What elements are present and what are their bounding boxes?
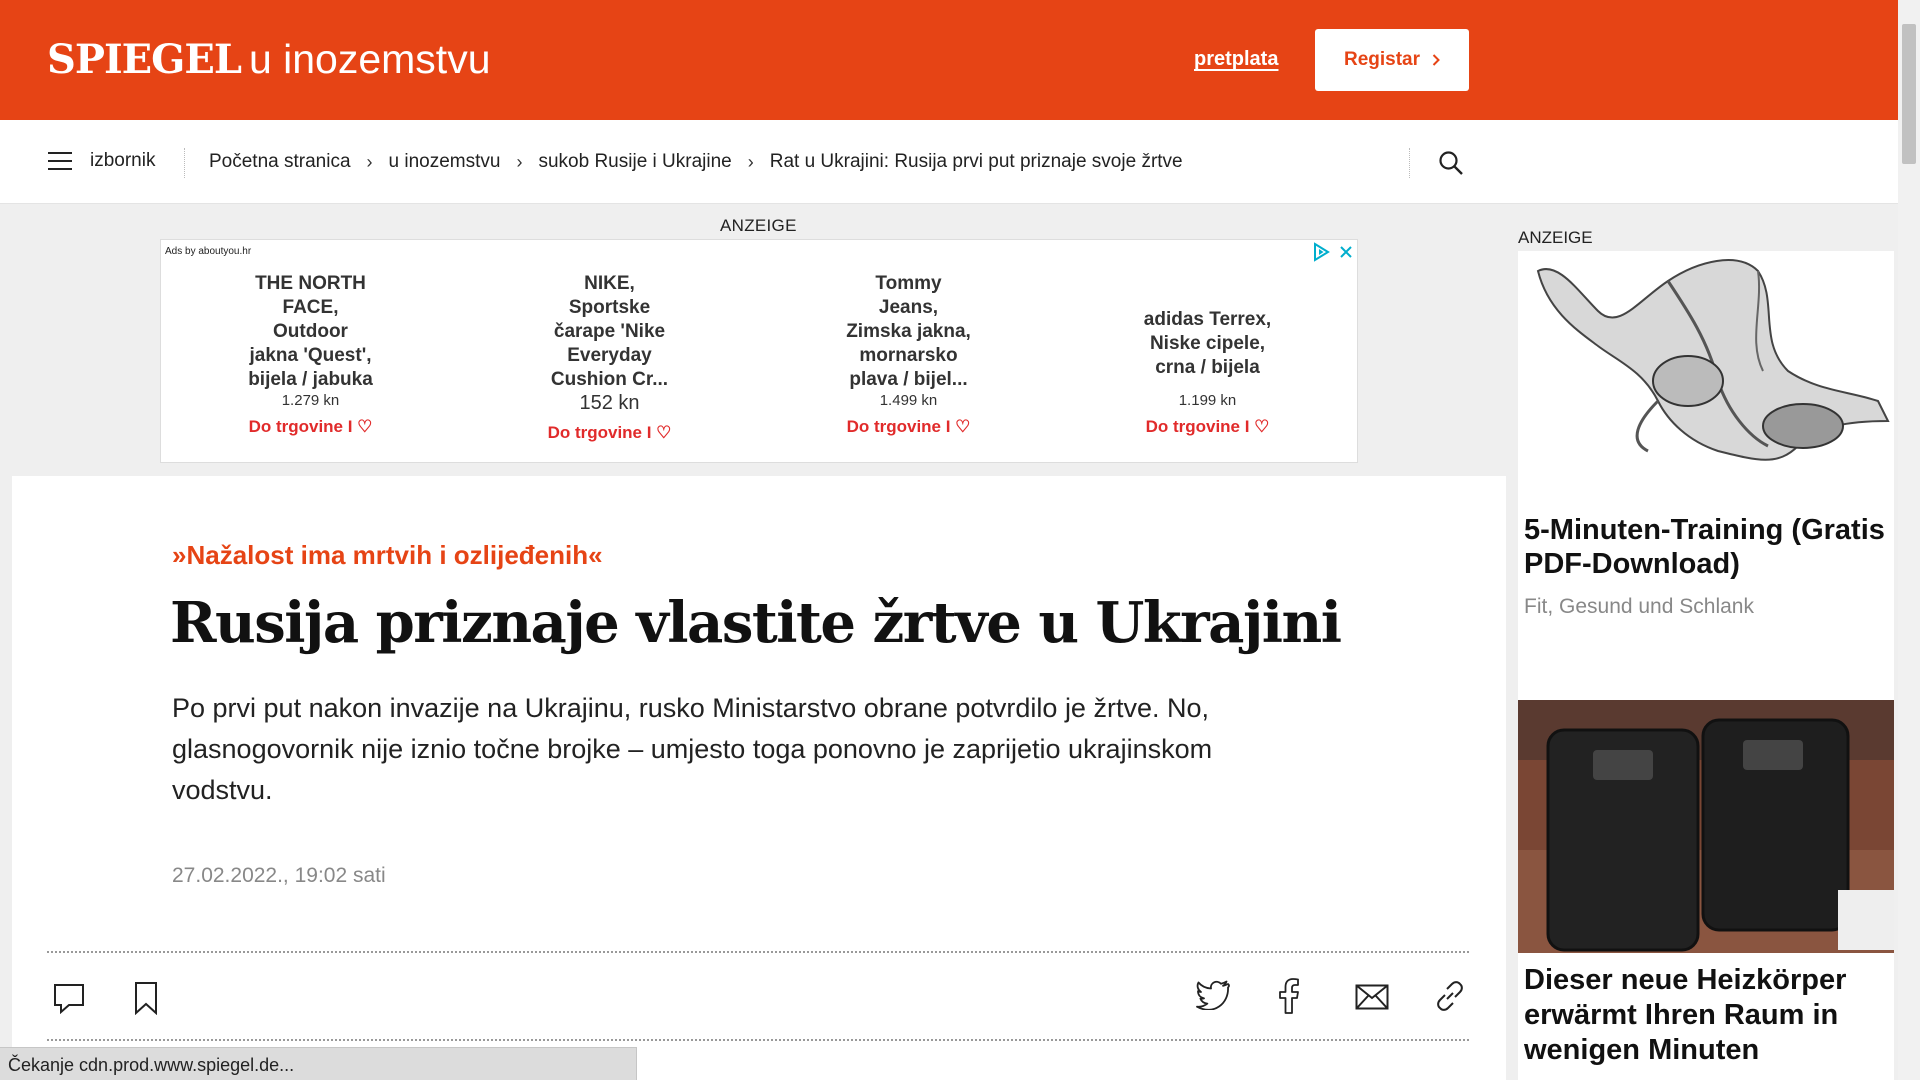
hamburger-menu-icon[interactable]	[48, 152, 72, 170]
ad-item-name: Tommy Jeans, Zimska jakna, mornarsko pla…	[846, 273, 971, 390]
breadcrumb-item[interactable]: u inozemstvu	[389, 151, 501, 173]
ad-item[interactable]: adidas Terrex, Niske cipele, crna / bije…	[1058, 262, 1357, 462]
section-name: u inozemstvu	[248, 36, 491, 82]
side-ad[interactable]: 5-Minuten-Training (Gratis PDF-Download)…	[1518, 251, 1894, 1080]
ad-banner[interactable]: Ads by aboutyou.hr THE NORTH FACE, Outdo…	[160, 239, 1358, 463]
link-icon[interactable]	[1434, 980, 1466, 1012]
ad-label: ANZEIGE	[720, 216, 797, 235]
ad-item-price: 1.199 kn	[1178, 392, 1237, 409]
ad-item[interactable]: THE NORTH FACE, Outdoor jakna 'Quest', b…	[161, 262, 460, 462]
nav-bar: izbornik Početna stranica › u inozemstvu…	[0, 120, 1898, 204]
heater-photo[interactable]	[1518, 700, 1894, 953]
ad-item-cta[interactable]: Do trgovine I ♡	[1058, 417, 1357, 437]
ad-item-cta[interactable]: Do trgovine I ♡	[161, 417, 460, 437]
close-icon[interactable]	[1339, 245, 1353, 259]
ad-items: THE NORTH FACE, Outdoor jakna 'Quest', b…	[161, 262, 1357, 462]
ad-item-name: NIKE, Sportske čarape 'Nike Everyday Cus…	[550, 273, 669, 390]
article-kicker: »Nažalost ima mrtvih i ozlijeđenih«	[172, 540, 603, 570]
subscribe-link[interactable]: pretplata	[1194, 48, 1278, 71]
ad-item-cta[interactable]: Do trgovine I ♡	[759, 417, 1058, 437]
nav-divider	[1409, 148, 1410, 178]
breadcrumb-item[interactable]: sukob Rusije i Ukrajine	[538, 151, 731, 173]
scrollbar[interactable]	[1898, 0, 1920, 1080]
side-ad-title[interactable]: 5-Minuten-Training (Gratis PDF-Download)	[1524, 513, 1894, 581]
ad-label: ANZEIGE	[1518, 228, 1593, 247]
twitter-icon[interactable]	[1196, 980, 1230, 1010]
bookmark-icon[interactable]	[134, 981, 158, 1015]
email-icon[interactable]	[1355, 984, 1389, 1010]
ad-item-price: 1.279 kn	[281, 392, 340, 409]
article-date: 27.02.2022., 19:02 sati	[172, 864, 386, 887]
browser-status-bar: Čekanje cdn.prod.www.spiegel.de...	[0, 1047, 637, 1080]
ad-item[interactable]: NIKE, Sportske čarape 'Nike Everyday Cus…	[460, 262, 759, 462]
search-icon[interactable]	[1438, 150, 1464, 176]
breadcrumb-current: Rat u Ukrajini: Rusija prvi put priznaje…	[769, 151, 1183, 172]
nav-divider	[184, 148, 185, 178]
fitness-illustration[interactable]	[1518, 251, 1894, 501]
ad-controls	[1311, 242, 1353, 262]
ad-item[interactable]: Tommy Jeans, Zimska jakna, mornarsko pla…	[759, 262, 1058, 462]
ad-item-name: adidas Terrex, Niske cipele, crna / bije…	[1143, 309, 1272, 378]
ad-source: Ads by aboutyou.hr	[165, 246, 252, 257]
adchoices-icon[interactable]	[1311, 242, 1331, 262]
comment-icon[interactable]	[53, 982, 85, 1014]
menu-label[interactable]: izbornik	[90, 150, 155, 172]
article-headline: Rusija priznaje vlastite žrtve u Ukrajin…	[170, 590, 1342, 656]
breadcrumb: Početna stranica › u inozemstvu › sukob …	[209, 151, 1183, 173]
brand-name: SPIEGEL	[47, 36, 242, 83]
chevron-right-icon: ›	[516, 151, 523, 172]
breadcrumb-item[interactable]: Početna stranica	[209, 151, 351, 173]
ad-item-cta[interactable]: Do trgovine I ♡	[460, 423, 759, 443]
site-logo[interactable]: SPIEGEL u inozemstvu	[47, 36, 491, 83]
article-lead: Po prvi put nakon invazije na Ukrajinu, …	[172, 693, 1213, 805]
scrollbar-thumb[interactable]	[1902, 24, 1916, 164]
ad-item-name: THE NORTH FACE, Outdoor jakna 'Quest', b…	[248, 273, 373, 390]
ad-item-price: 152 kn	[579, 392, 640, 414]
top-header: SPIEGEL u inozemstvu pretplata Registar	[0, 0, 1898, 120]
chevron-right-icon: ›	[366, 151, 373, 172]
facebook-icon[interactable]	[1278, 978, 1300, 1014]
register-button-label: Registar	[1343, 49, 1421, 70]
register-button[interactable]: Registar	[1315, 29, 1469, 91]
side-ad-subtitle: Fit, Gesund und Schlank	[1524, 595, 1754, 618]
divider	[47, 951, 1469, 953]
chevron-right-icon	[1432, 54, 1440, 66]
divider	[47, 1039, 1469, 1041]
ad-item-price: 1.499 kn	[879, 392, 938, 409]
side-ad-title[interactable]: Dieser neue Heizkörper erwärmt Ihren Rau…	[1524, 963, 1894, 1068]
chevron-right-icon: ›	[747, 151, 754, 172]
article-card: »Nažalost ima mrtvih i ozlijeđenih« Rusi…	[12, 476, 1506, 1080]
